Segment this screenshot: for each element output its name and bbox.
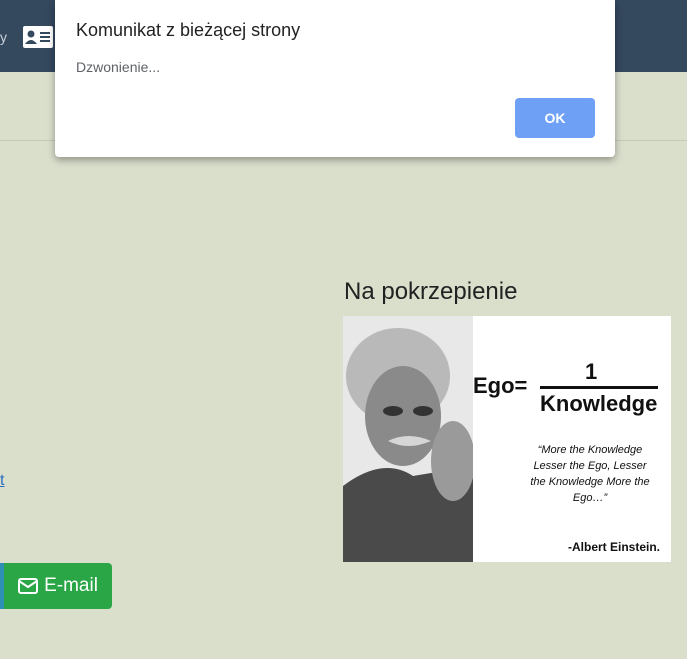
dialog-title: Komunikat z bieżącej strony: [76, 20, 301, 40]
email-button-label: E-mail: [44, 575, 98, 596]
quote-ego-label: Ego=: [473, 373, 528, 398]
sidebar-heading: Na pokrzepienie: [344, 278, 518, 305]
nav-item-fragment[interactable]: y: [0, 29, 7, 45]
quote-numerator: 1: [585, 359, 598, 384]
alert-dialog: Komunikat z bieżącej strony Dzwonienie..…: [55, 0, 615, 157]
quote-denominator: Knowledge: [540, 391, 658, 416]
quote-text: “More the Knowledge Lesser the Ego, Less…: [530, 444, 650, 504]
ok-button[interactable]: OK: [515, 98, 595, 138]
einstein-quote-image: Ego= 1 Knowledge “More the Knowledge Les…: [343, 316, 671, 562]
contact-card-icon[interactable]: [22, 25, 54, 49]
email-button[interactable]: E-mail: [4, 563, 112, 609]
content-link-fragment[interactable]: t: [0, 472, 4, 490]
fraction-bar: [540, 386, 658, 389]
einstein-portrait: [343, 316, 473, 562]
dialog-message: Dzwonienie...: [76, 59, 161, 75]
envelope-icon: [18, 578, 39, 594]
quote-author: -Albert Einstein.: [568, 540, 661, 554]
